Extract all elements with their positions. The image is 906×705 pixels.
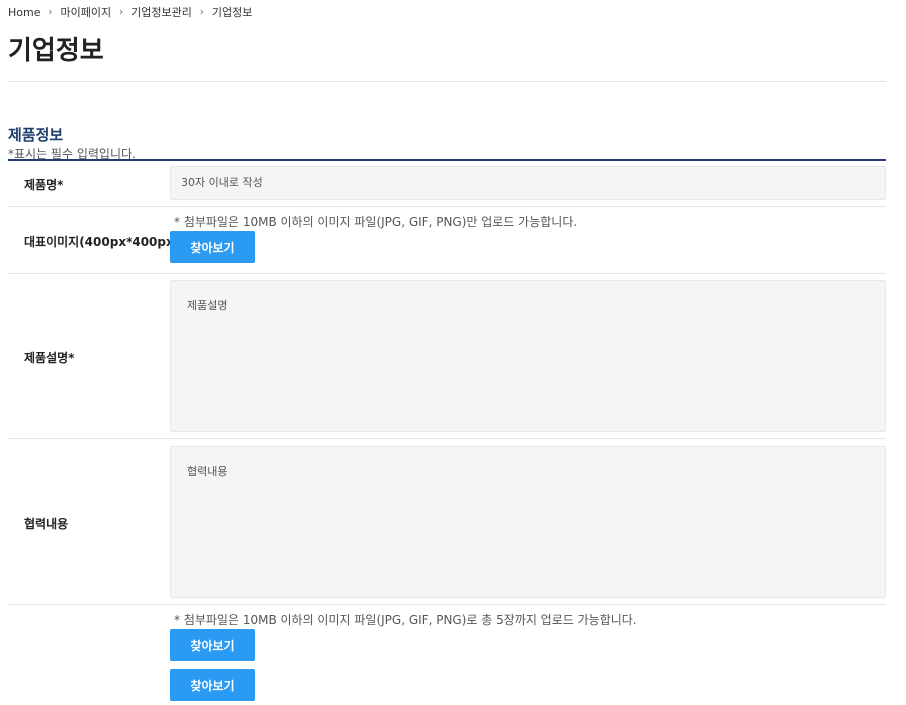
attachment-browse-button-2[interactable]: 찾아보기 <box>170 669 255 701</box>
row-divider <box>8 273 886 274</box>
page-title: 기업정보 <box>8 36 104 66</box>
section-title: 제품정보 <box>8 126 64 144</box>
breadcrumb-item-company-info: 기업정보 <box>211 6 253 19</box>
cooperation-label: 협력내용 <box>24 517 69 531</box>
breadcrumb-item-mypage[interactable]: 마이페이지 <box>60 4 111 20</box>
row-divider <box>8 438 886 439</box>
description-label: 제품설명* <box>24 351 75 365</box>
section-divider <box>8 159 886 161</box>
main-image-hint: * 첨부파일은 10MB 이하의 이미지 파일(JPG, GIF, PNG)만 … <box>174 215 578 229</box>
breadcrumb: Home › 마이페이지 › 기업정보관리 › 기업정보 <box>8 4 252 20</box>
attachments-hint: * 첨부파일은 10MB 이하의 이미지 파일(JPG, GIF, PNG)로 … <box>174 613 637 627</box>
chevron-right-icon: › <box>119 6 124 18</box>
description-textarea[interactable]: 제품설명 <box>170 280 886 432</box>
row-divider <box>8 206 886 207</box>
chevron-right-icon: › <box>199 6 204 18</box>
title-divider <box>8 81 886 82</box>
cooperation-textarea[interactable]: 협력내용 <box>170 446 886 598</box>
breadcrumb-item-home[interactable]: Home <box>8 6 40 19</box>
product-name-label: 제품명* <box>24 178 64 192</box>
main-image-browse-button[interactable]: 찾아보기 <box>170 231 255 263</box>
main-image-label: 대표이미지(400px*400px) <box>24 235 180 249</box>
product-name-input[interactable]: 30자 이내로 작성 <box>170 166 886 200</box>
row-divider <box>8 604 886 605</box>
chevron-right-icon: › <box>48 6 53 18</box>
attachment-browse-button-1[interactable]: 찾아보기 <box>170 629 255 661</box>
breadcrumb-item-company-management[interactable]: 기업정보관리 <box>131 4 192 20</box>
